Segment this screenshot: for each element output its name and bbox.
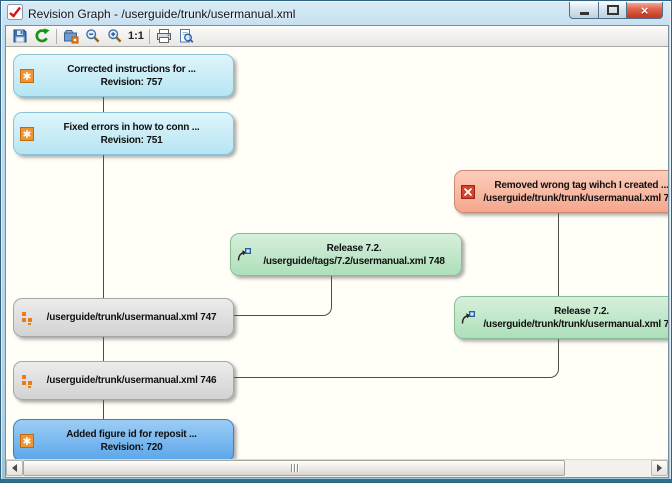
zoom-in-button[interactable] xyxy=(104,27,126,45)
magnifier-plus-icon xyxy=(107,28,123,44)
revision-node-751[interactable]: Fixed errors in how to conn ... Revision… xyxy=(13,112,234,155)
node-path-label: /userguide/trunk/trunk/usermanual.xml 74… xyxy=(477,192,668,205)
horizontal-scrollbar[interactable] xyxy=(6,459,668,477)
refresh-button[interactable] xyxy=(31,27,53,45)
tag-branch-icon xyxy=(236,248,251,262)
deleted-icon xyxy=(460,185,475,199)
node-comment: Release 7.2. xyxy=(253,242,455,255)
node-comment: Corrected instructions for ... xyxy=(36,63,227,76)
save-button[interactable] xyxy=(9,27,31,45)
minimize-icon xyxy=(580,12,589,15)
revision-graph-window: Revision Graph - /userguide/trunk/userma… xyxy=(0,0,672,483)
revision-node-757[interactable]: Corrected instructions for ... Revision:… xyxy=(13,54,234,97)
graph-canvas[interactable]: Corrected instructions for ... Revision:… xyxy=(6,47,668,460)
revision-node-720[interactable]: Added figure id for reposit ... Revision… xyxy=(13,419,234,460)
node-path-label: /userguide/trunk/usermanual.xml 747 xyxy=(36,311,227,324)
window-frame-edge xyxy=(1,479,671,482)
connector-line xyxy=(103,149,104,298)
app-icon xyxy=(7,4,23,25)
node-path-label: /userguide/trunk/trunk/usermanual.xml 74… xyxy=(477,318,668,331)
printer-icon xyxy=(156,28,172,44)
titlebar[interactable]: Revision Graph - /userguide/trunk/userma… xyxy=(7,4,561,24)
thumb-grip-icon xyxy=(297,464,298,472)
scrollbar-thumb[interactable] xyxy=(23,460,565,476)
arrow-right-icon xyxy=(657,464,662,472)
revision-node-749[interactable]: Removed wrong tag wihch I created ... /u… xyxy=(454,170,668,213)
close-icon: × xyxy=(641,4,649,17)
group-branches-button[interactable] xyxy=(60,27,82,45)
node-path-label: /userguide/tags/7.2/usermanual.xml 748 xyxy=(253,255,455,268)
thumb-grip-icon xyxy=(291,464,292,472)
scroll-left-button[interactable] xyxy=(6,460,23,476)
window-controls: × xyxy=(569,2,663,19)
toolbar: 1:1 xyxy=(6,26,668,47)
toolbar-separator xyxy=(56,29,57,44)
node-comment: Added figure id for reposit ... xyxy=(36,428,227,441)
modified-icon xyxy=(19,434,34,448)
revision-node-747-trunk[interactable]: /userguide/trunk/usermanual.xml 747 xyxy=(13,298,234,337)
node-revision-label: Revision: 720 xyxy=(36,441,227,454)
node-comment: Fixed errors in how to conn ... xyxy=(36,121,227,134)
renamed-icon xyxy=(19,311,34,325)
revision-node-746[interactable]: /userguide/trunk/usermanual.xml 746 xyxy=(13,361,234,400)
window-title: Revision Graph - /userguide/trunk/userma… xyxy=(28,7,295,21)
node-comment: Removed wrong tag wihch I created ... xyxy=(477,179,668,192)
zoom-100-button[interactable]: 1:1 xyxy=(126,27,146,45)
node-comment: Release 7.2. xyxy=(477,305,668,318)
node-revision-label: Revision: 757 xyxy=(36,76,227,89)
print-preview-button[interactable] xyxy=(175,27,197,45)
folder-overlay-icon xyxy=(63,28,79,44)
page-magnifier-icon xyxy=(178,28,194,44)
modified-icon xyxy=(19,127,34,141)
minimize-button[interactable] xyxy=(569,2,599,19)
print-button[interactable] xyxy=(153,27,175,45)
maximize-icon xyxy=(607,5,619,15)
floppy-disk-icon xyxy=(12,28,28,44)
magnifier-minus-icon xyxy=(85,28,101,44)
renamed-icon xyxy=(19,374,34,388)
thumb-grip-icon xyxy=(294,464,295,472)
revision-node-747-tag[interactable]: Release 7.2. /userguide/trunk/trunk/user… xyxy=(454,296,668,339)
zoom-out-button[interactable] xyxy=(82,27,104,45)
tag-branch-icon xyxy=(460,311,475,325)
node-revision-label: Revision: 751 xyxy=(36,134,227,147)
modified-icon xyxy=(19,69,34,83)
refresh-arrow-icon xyxy=(34,28,50,44)
maximize-button[interactable] xyxy=(599,2,626,19)
arrow-left-icon xyxy=(12,464,17,472)
toolbar-separator xyxy=(149,29,150,44)
client-area: 1:1 Corrected instructions fo xyxy=(5,25,669,478)
revision-node-748[interactable]: Release 7.2. /userguide/tags/7.2/userman… xyxy=(230,233,462,276)
node-path-label: /userguide/trunk/usermanual.xml 746 xyxy=(36,374,227,387)
scroll-right-button[interactable] xyxy=(651,460,668,476)
close-button[interactable]: × xyxy=(626,2,663,19)
